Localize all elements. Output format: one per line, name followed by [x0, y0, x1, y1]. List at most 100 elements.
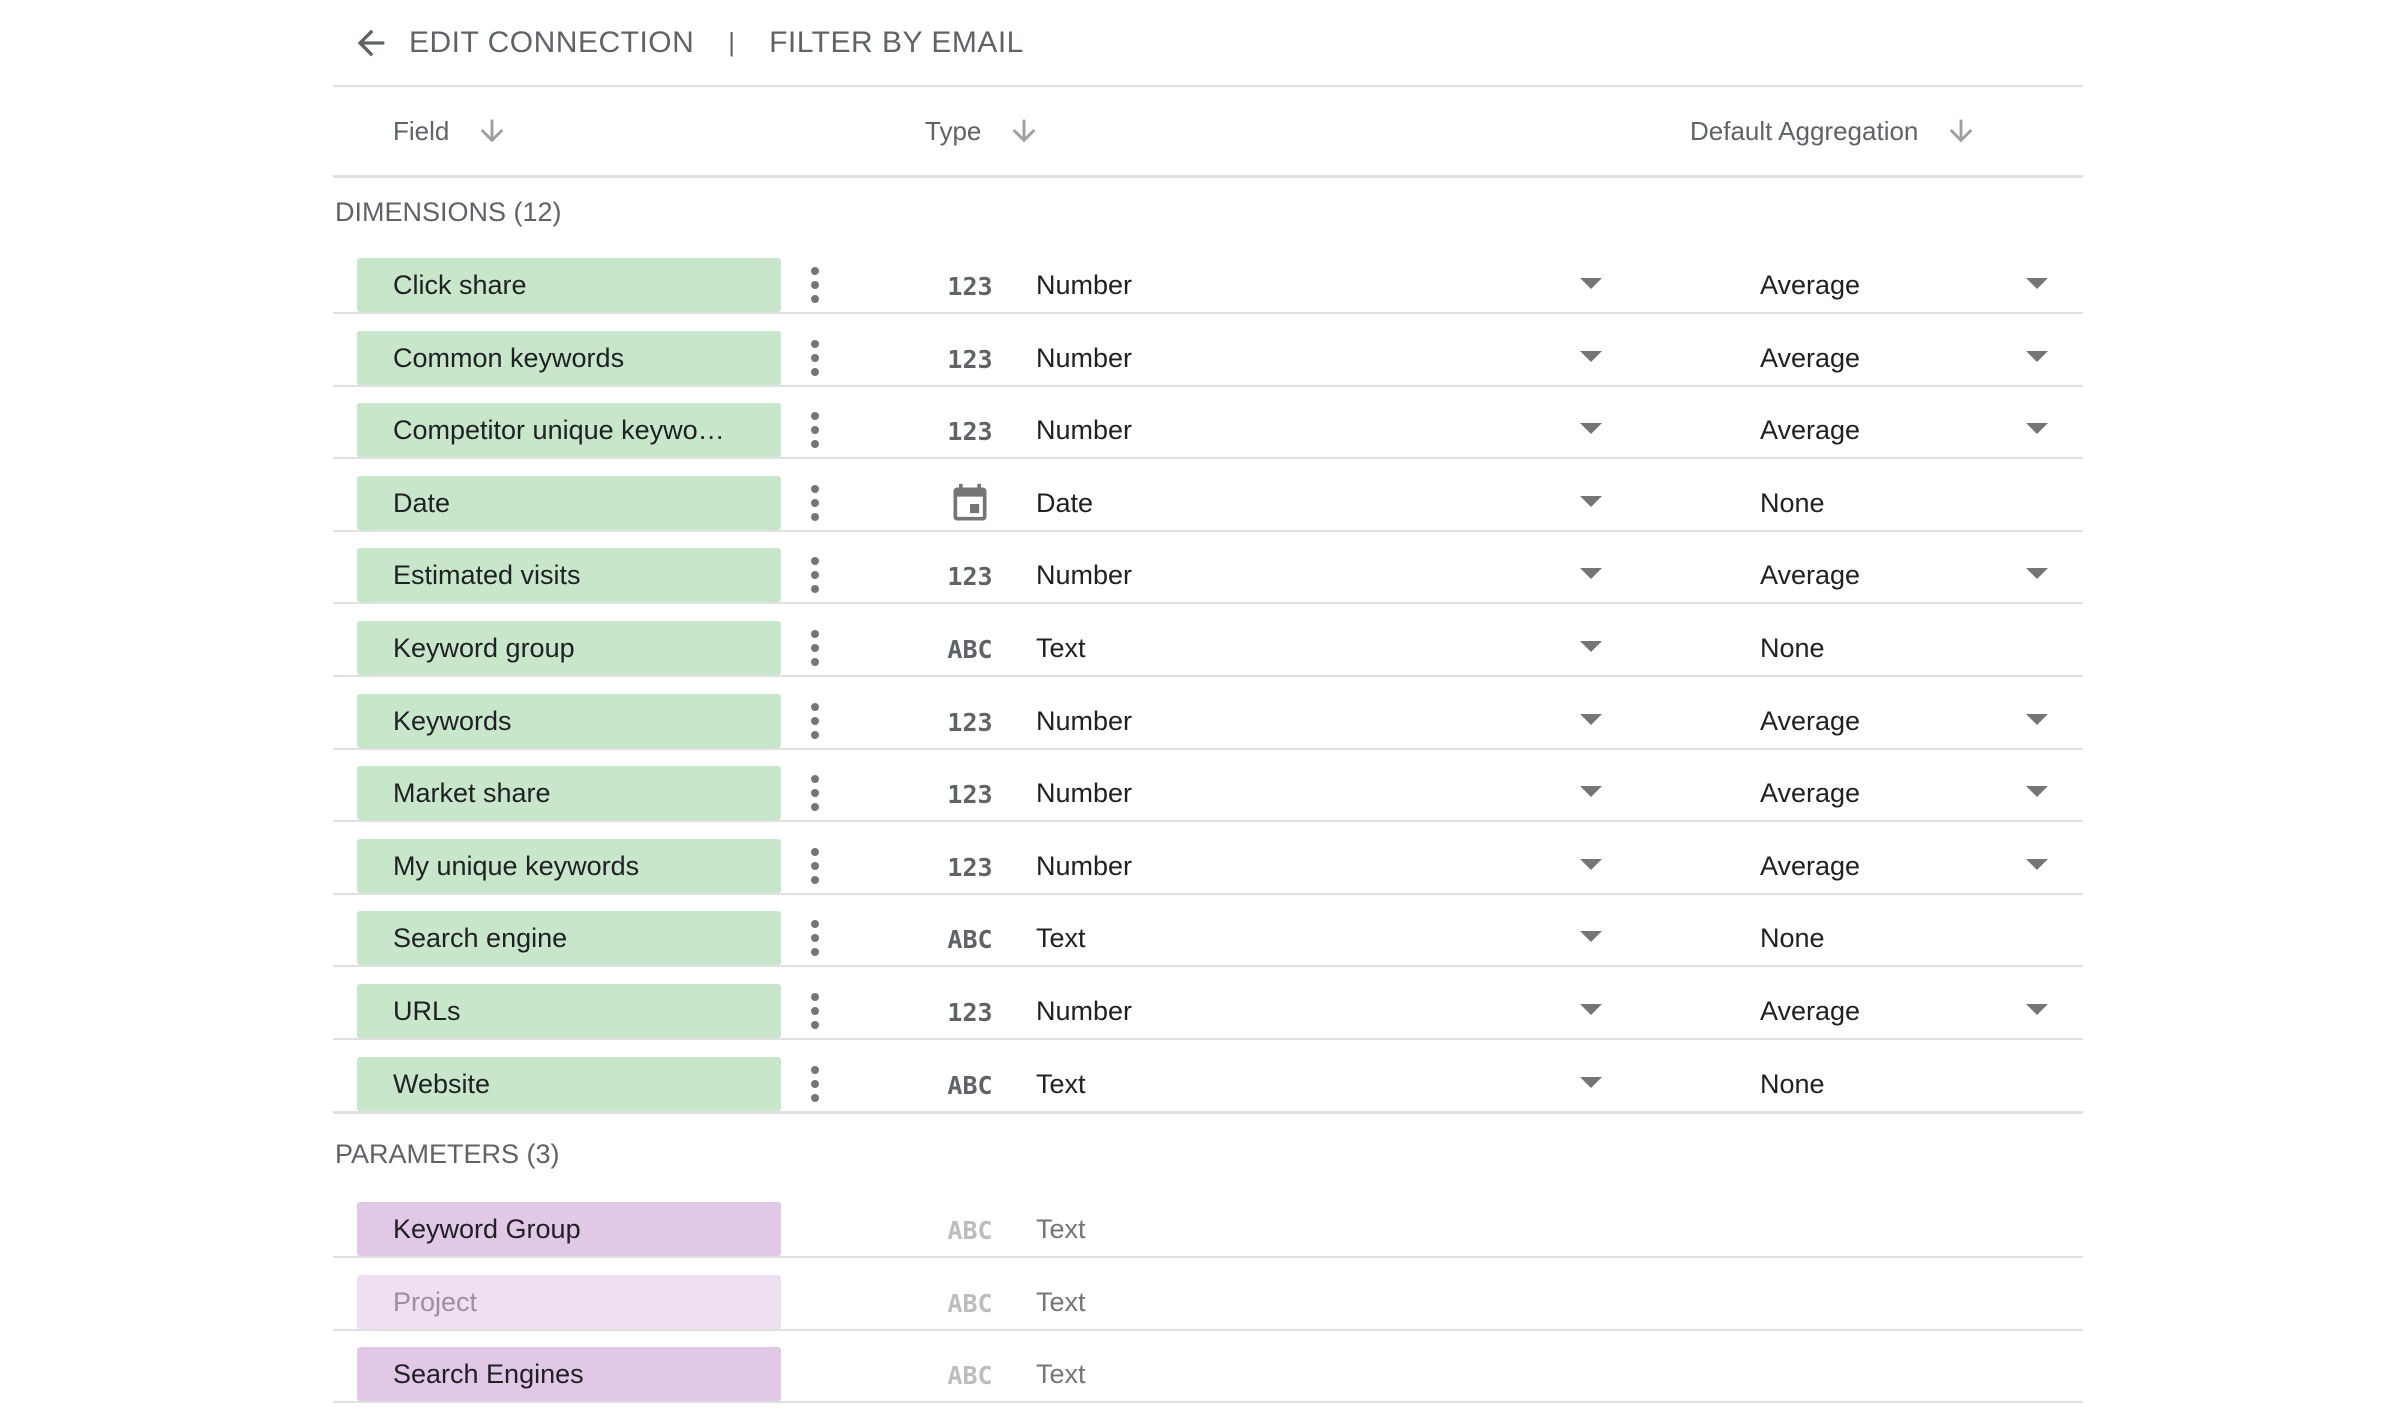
header-bar: EDIT CONNECTION | FILTER BY EMAIL — [333, 0, 2083, 87]
number-type-icon: 123 — [947, 271, 993, 301]
filter-by-email-link[interactable]: FILTER BY EMAIL — [769, 26, 1024, 60]
parameter-chip[interactable]: Keyword Group — [357, 1202, 781, 1256]
dropdown-arrow-icon[interactable] — [2026, 1004, 2048, 1015]
dropdown-arrow-icon[interactable] — [1580, 568, 1602, 579]
aggregation-value: Average — [1760, 559, 1861, 590]
type-value: Number — [1036, 342, 1133, 373]
dropdown-arrow-icon[interactable] — [1580, 423, 1602, 434]
field-chip[interactable]: Market share — [357, 766, 781, 820]
dropdown-arrow-icon[interactable] — [1580, 859, 1602, 870]
number-type-icon: 123 — [947, 707, 993, 737]
more-vert-icon[interactable] — [803, 916, 827, 960]
dropdown-arrow-icon[interactable] — [2026, 568, 2048, 579]
more-vert-icon[interactable] — [803, 989, 827, 1033]
parameters-section-title: PARAMETERS (3) — [335, 1139, 560, 1169]
parameter-row: Search Engines ABC Text — [333, 1329, 2083, 1403]
column-header-label: Default Aggregation — [1690, 115, 1919, 146]
field-chip[interactable]: URLs — [357, 984, 781, 1038]
field-chip[interactable]: Keyword group — [357, 621, 781, 675]
dimension-row: Date Date None — [333, 458, 2083, 532]
number-type-icon: 123 — [947, 344, 993, 374]
dropdown-arrow-icon[interactable] — [1580, 496, 1602, 507]
type-value: Number — [1036, 777, 1133, 808]
type-value: Text — [1036, 1358, 1086, 1389]
back-button[interactable] — [349, 21, 393, 65]
dropdown-arrow-icon[interactable] — [2026, 859, 2048, 870]
sort-arrow-down-icon — [1944, 114, 1978, 148]
field-chip[interactable]: Competitor unique keywo… — [357, 403, 781, 457]
text-type-icon: ABC — [947, 1360, 993, 1390]
dimension-row: Website ABC Text None — [333, 1039, 2083, 1114]
dropdown-arrow-icon[interactable] — [1580, 351, 1602, 362]
parameter-chip[interactable]: Search Engines — [357, 1347, 781, 1401]
more-vert-icon[interactable] — [803, 844, 827, 888]
parameter-row: Keyword Group ABC Text — [333, 1184, 2083, 1258]
dropdown-arrow-icon[interactable] — [1580, 786, 1602, 797]
dropdown-arrow-icon[interactable] — [1580, 1004, 1602, 1015]
number-type-icon: 123 — [947, 779, 993, 809]
column-header-default-aggregation[interactable]: Default Aggregation — [1690, 87, 1978, 175]
dimension-row: URLs 123 Number Average — [333, 966, 2083, 1040]
column-header-row: Field Type Default Aggregation — [333, 87, 2083, 178]
dimension-row: Keyword group ABC Text None — [333, 603, 2083, 677]
dropdown-arrow-icon[interactable] — [1580, 278, 1602, 289]
more-vert-icon[interactable] — [803, 263, 827, 307]
more-vert-icon[interactable] — [803, 699, 827, 743]
dropdown-arrow-icon[interactable] — [2026, 351, 2048, 362]
field-chip[interactable]: Common keywords — [357, 331, 781, 385]
dimensions-section-title: DIMENSIONS (12) — [335, 197, 562, 227]
parameter-chip[interactable]: Project — [357, 1275, 781, 1329]
text-type-icon: ABC — [947, 1215, 993, 1245]
type-value: Text — [1036, 1068, 1086, 1099]
dimension-row: Click share 123 Number Average — [333, 240, 2083, 314]
type-value: Text — [1036, 632, 1086, 663]
aggregation-value: Average — [1760, 705, 1861, 736]
column-header-field[interactable]: Field — [393, 87, 509, 175]
type-value: Number — [1036, 995, 1133, 1026]
more-vert-icon[interactable] — [803, 1062, 827, 1106]
field-chip[interactable]: Website — [357, 1057, 781, 1111]
field-chip[interactable]: Estimated visits — [357, 548, 781, 602]
column-header-label: Field — [393, 115, 450, 146]
type-value: Text — [1036, 922, 1086, 953]
field-chip[interactable]: Date — [357, 476, 781, 530]
aggregation-value: Average — [1760, 995, 1861, 1026]
aggregation-value: Average — [1760, 414, 1861, 445]
more-vert-icon[interactable] — [803, 408, 827, 452]
more-vert-icon[interactable] — [803, 481, 827, 525]
number-type-icon: 123 — [947, 416, 993, 446]
more-vert-icon[interactable] — [803, 771, 827, 815]
dimension-row: My unique keywords 123 Number Average — [333, 821, 2083, 895]
more-vert-icon[interactable] — [803, 336, 827, 380]
header-separator: | — [728, 27, 736, 57]
edit-connection-link[interactable]: EDIT CONNECTION — [409, 26, 694, 60]
dropdown-arrow-icon[interactable] — [2026, 714, 2048, 725]
dropdown-arrow-icon[interactable] — [2026, 786, 2048, 797]
dropdown-arrow-icon[interactable] — [1580, 1077, 1602, 1088]
dropdown-arrow-icon[interactable] — [1580, 931, 1602, 942]
type-value: Text — [1036, 1286, 1086, 1317]
text-type-icon: ABC — [947, 924, 993, 954]
column-header-label: Type — [925, 115, 982, 146]
field-chip[interactable]: Keywords — [357, 694, 781, 748]
aggregation-value: Average — [1760, 269, 1861, 300]
aggregation-value: None — [1760, 487, 1825, 518]
field-chip[interactable]: My unique keywords — [357, 839, 781, 893]
more-vert-icon[interactable] — [803, 553, 827, 597]
dropdown-arrow-icon[interactable] — [2026, 278, 2048, 289]
type-value: Number — [1036, 414, 1133, 445]
column-header-type[interactable]: Type — [925, 87, 1041, 175]
aggregation-value: Average — [1760, 342, 1861, 373]
type-value: Date — [1036, 487, 1094, 518]
field-chip[interactable]: Click share — [357, 258, 781, 312]
dropdown-arrow-icon[interactable] — [1580, 714, 1602, 725]
number-type-icon: 123 — [947, 561, 993, 591]
aggregation-value: None — [1760, 1068, 1825, 1099]
more-vert-icon[interactable] — [803, 626, 827, 670]
dropdown-arrow-icon[interactable] — [2026, 423, 2048, 434]
number-type-icon: 123 — [947, 852, 993, 882]
field-chip[interactable]: Search engine — [357, 911, 781, 965]
dimension-row: Market share 123 Number Average — [333, 748, 2083, 822]
dimension-row: Common keywords 123 Number Average — [333, 313, 2083, 387]
dropdown-arrow-icon[interactable] — [1580, 641, 1602, 652]
